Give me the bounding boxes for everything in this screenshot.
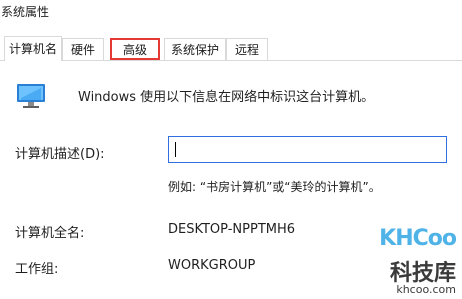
tab-bar-divider: [0, 60, 462, 61]
description-text: Windows 使用以下信息在网络中标识这台计算机。: [78, 90, 375, 105]
watermark-logo: KHCoo: [379, 226, 457, 251]
workgroup-label: 工作组:: [15, 262, 59, 277]
workgroup-value: WORKGROUP: [168, 258, 256, 273]
full-name-value: DESKTOP-NPPTMH6: [168, 222, 296, 237]
window-title: 系统属性: [1, 5, 50, 19]
tab-hardware[interactable]: 硬件: [62, 38, 104, 60]
text-caret: [175, 142, 176, 157]
tab-advanced[interactable]: 高级: [110, 38, 160, 60]
tab-computer-name[interactable]: 计算机名: [4, 36, 62, 61]
full-name-label: 计算机全名:: [15, 226, 85, 241]
example-text: 例如: “书房计算机”或“美玲的计算机”。: [168, 180, 381, 194]
computer-icon: [17, 84, 45, 108]
tab-remote[interactable]: 远程: [226, 38, 268, 60]
tab-system-protection[interactable]: 系统保护: [164, 38, 226, 60]
computer-description-input[interactable]: [168, 136, 447, 163]
computer-description-label: 计算机描述(D):: [15, 147, 105, 162]
watermark-url: khcoo.com: [396, 283, 456, 296]
